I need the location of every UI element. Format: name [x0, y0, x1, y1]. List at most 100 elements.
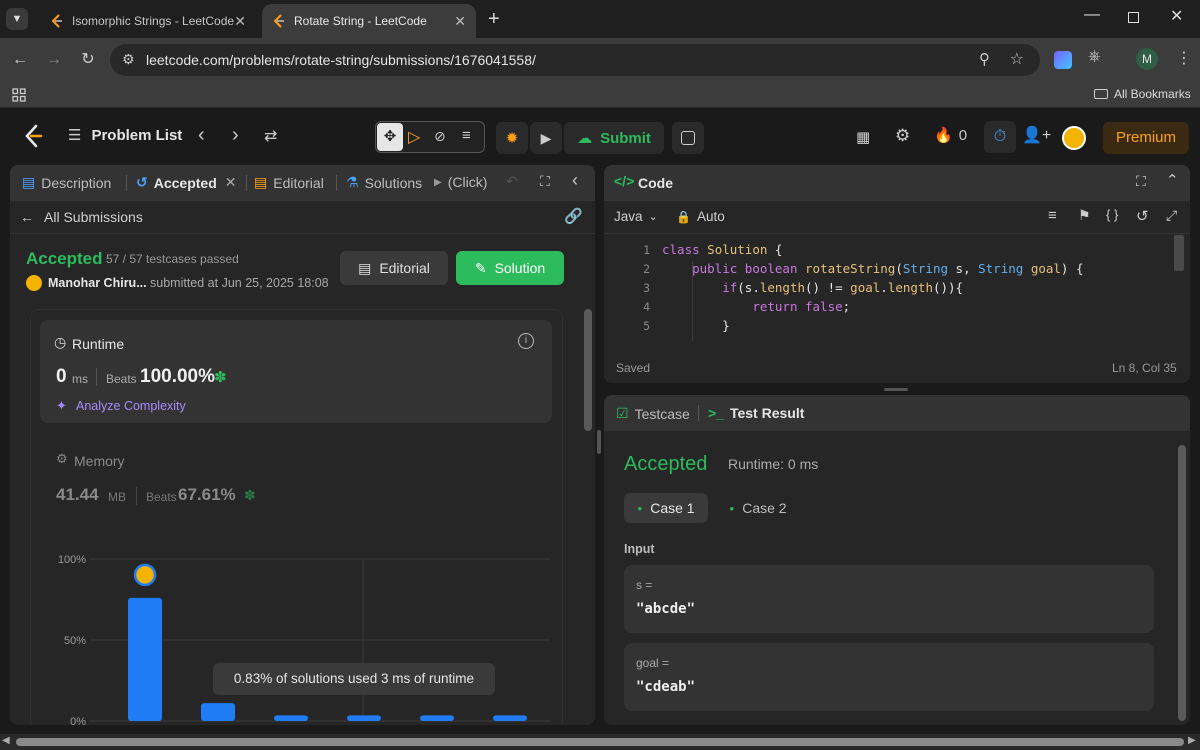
author-name[interactable]: Manohar Chiru...	[48, 276, 147, 290]
chart-bar[interactable]	[347, 715, 381, 721]
browser-menu-icon[interactable]: ⋮	[1176, 48, 1192, 68]
chart-bar[interactable]	[493, 715, 527, 721]
tab-solutions[interactable]: ⚗ Solutions	[346, 174, 422, 191]
all-submissions-link[interactable]: ← All Submissions	[20, 209, 143, 225]
runtime-card[interactable]: ◷ Runtime i 0 ms Beats 100.00% ✽ ✦ Analy…	[40, 320, 552, 423]
address-bar[interactable]: ⚙ leetcode.com/problems/rotate-string/su…	[110, 44, 1040, 76]
problem-list-button[interactable]: ☰ Problem List	[68, 126, 182, 145]
horizontal-splitter-handle[interactable]	[884, 388, 908, 391]
test-result-panel: ☑ Testcase >_ Test Result Accepted Runti…	[604, 395, 1190, 725]
close-tab-icon[interactable]: ✕	[234, 13, 246, 30]
all-bookmarks-button[interactable]: All Bookmarks	[1094, 87, 1191, 101]
case-2-tab[interactable]: ● Case 2	[716, 493, 800, 523]
leetcode-logo-icon[interactable]	[22, 124, 44, 148]
page-horizontal-scrollbar[interactable]: ◀ ▶	[0, 734, 1200, 750]
drag-move-icon[interactable]: ✥	[377, 123, 403, 151]
undo-icon[interactable]: ↶	[506, 173, 518, 190]
extensions-puzzle-icon[interactable]: ⎈	[1088, 48, 1101, 66]
close-window-icon[interactable]: ✕	[1170, 6, 1183, 26]
author-avatar[interactable]	[26, 275, 42, 291]
reset-icon[interactable]: ↺	[1136, 207, 1149, 225]
timer-button[interactable]: ⏱	[984, 121, 1016, 153]
tab-test-result[interactable]: >_ Test Result	[708, 405, 804, 421]
vertical-splitter-handle[interactable]	[597, 430, 601, 454]
add-friend-icon[interactable]: 👤+	[1022, 125, 1051, 145]
run-button[interactable]: ▶	[530, 122, 562, 154]
shuffle-icon[interactable]: ⇄	[264, 126, 277, 146]
debugger-button[interactable]: ✹	[496, 122, 528, 154]
code-scrollbar[interactable]	[1174, 235, 1184, 271]
chart-bar[interactable]	[420, 715, 454, 721]
premium-button[interactable]: Premium	[1103, 122, 1189, 154]
back-arrow-icon[interactable]: ←	[8, 48, 32, 72]
bookmark-icon[interactable]: ⚑	[1078, 207, 1091, 224]
prev-problem-icon[interactable]: ‹	[198, 124, 205, 147]
runtime-distribution-chart: 100% 50% 0%	[58, 554, 550, 725]
analyze-complexity-link[interactable]: Analyze Complexity	[76, 399, 186, 413]
format-icon[interactable]: ≡	[1048, 207, 1057, 224]
apps-grid-icon[interactable]	[12, 88, 26, 102]
braces-icon[interactable]: { }	[1106, 207, 1118, 222]
reload-icon[interactable]: ↻	[76, 48, 100, 72]
memory-card[interactable]: ⚙ Memory 41.44 MB Beats 67.61% ✽	[40, 443, 552, 513]
forward-arrow-icon[interactable]: →	[42, 48, 66, 72]
run-outline-icon[interactable]: ▷	[408, 127, 420, 147]
scrollbar-thumb[interactable]	[16, 738, 1184, 746]
maximize-icon[interactable]: ⛶	[540, 173, 550, 190]
input-box-goal[interactable]: goal = "cdeab"	[624, 643, 1154, 711]
notes-button[interactable]	[672, 122, 704, 154]
browser-tab-title: Isomorphic Strings - LeetCode	[72, 14, 235, 28]
collapse-up-icon[interactable]: ⌃	[1166, 171, 1179, 189]
tab-accepted-label: Accepted	[153, 174, 217, 191]
testcases-passed: 57 / 57 testcases passed	[106, 252, 239, 266]
streak-counter[interactable]: 🔥 0	[934, 126, 967, 145]
tab-description[interactable]: ▤ Description	[22, 174, 111, 191]
code-editor[interactable]: 1 class Solution { 2 public boolean rota…	[604, 241, 1170, 341]
tab-search-button[interactable]: ▼	[6, 8, 28, 30]
collapse-left-icon[interactable]: ‹	[572, 170, 578, 191]
layout-icon[interactable]: ▦	[856, 128, 870, 146]
bookmark-star-icon[interactable]: ☆	[1010, 49, 1024, 69]
info-icon[interactable]: i	[518, 333, 534, 349]
tab-click[interactable]: ▶ (Click)	[434, 174, 487, 190]
auto-mode-toggle[interactable]: 🔒 Auto	[676, 209, 725, 224]
hide-icon[interactable]: ⊘	[434, 128, 446, 145]
site-info-icon[interactable]: ⚙	[122, 51, 135, 68]
input-box-s[interactable]: s = "abcde"	[624, 565, 1154, 633]
submit-button[interactable]: ☁ Submit	[564, 122, 664, 154]
tab-editorial[interactable]: ▤ Editorial	[254, 174, 324, 191]
new-tab-button[interactable]: +	[488, 8, 500, 31]
chart-bar[interactable]	[201, 703, 235, 721]
chart-bar[interactable]	[128, 597, 162, 721]
next-problem-icon[interactable]: ›	[232, 124, 239, 147]
fullscreen-icon[interactable]: ⤢	[1166, 207, 1177, 224]
tab-testcase[interactable]: ☑ Testcase	[616, 405, 690, 422]
minimize-window-icon[interactable]: —	[1084, 6, 1100, 24]
result-scrollbar[interactable]	[1178, 445, 1186, 721]
chart-bar[interactable]	[274, 715, 308, 721]
browser-tab-isomorphic[interactable]: Isomorphic Strings - LeetCode ✕	[40, 4, 256, 38]
case-2-label: Case 2	[742, 500, 787, 516]
left-panel-scrollbar[interactable]	[584, 309, 592, 431]
checkbox-icon: ☑	[616, 405, 629, 421]
zoom-icon[interactable]: ⚲	[979, 50, 990, 68]
profile-avatar[interactable]: M	[1136, 48, 1158, 70]
close-tab-icon[interactable]: ✕	[454, 13, 466, 30]
user-avatar-icon[interactable]	[1062, 126, 1086, 150]
gear-icon[interactable]: ⚙	[895, 126, 910, 146]
scroll-right-arrow-icon[interactable]: ▶	[1188, 735, 1196, 746]
tab-accepted[interactable]: ↺ Accepted ✕	[136, 174, 237, 191]
link-icon[interactable]: 🔗	[564, 207, 583, 225]
settings-sliders-icon[interactable]: ≡	[462, 127, 471, 144]
close-tab-icon[interactable]: ✕	[225, 174, 237, 191]
browser-tab-rotate-string[interactable]: Rotate String - LeetCode ✕	[262, 4, 476, 38]
tab-divider	[126, 175, 127, 191]
extension-icon[interactable]	[1054, 51, 1072, 69]
restore-window-icon[interactable]	[1128, 12, 1139, 23]
scroll-left-arrow-icon[interactable]: ◀	[2, 735, 10, 746]
solution-button[interactable]: ✎ Solution	[456, 251, 564, 285]
editorial-button[interactable]: ▤ Editorial	[340, 251, 448, 285]
case-1-tab[interactable]: ● Case 1	[624, 493, 708, 523]
maximize-icon[interactable]: ⛶	[1136, 173, 1146, 190]
language-select[interactable]: Java ⌄	[614, 209, 658, 224]
